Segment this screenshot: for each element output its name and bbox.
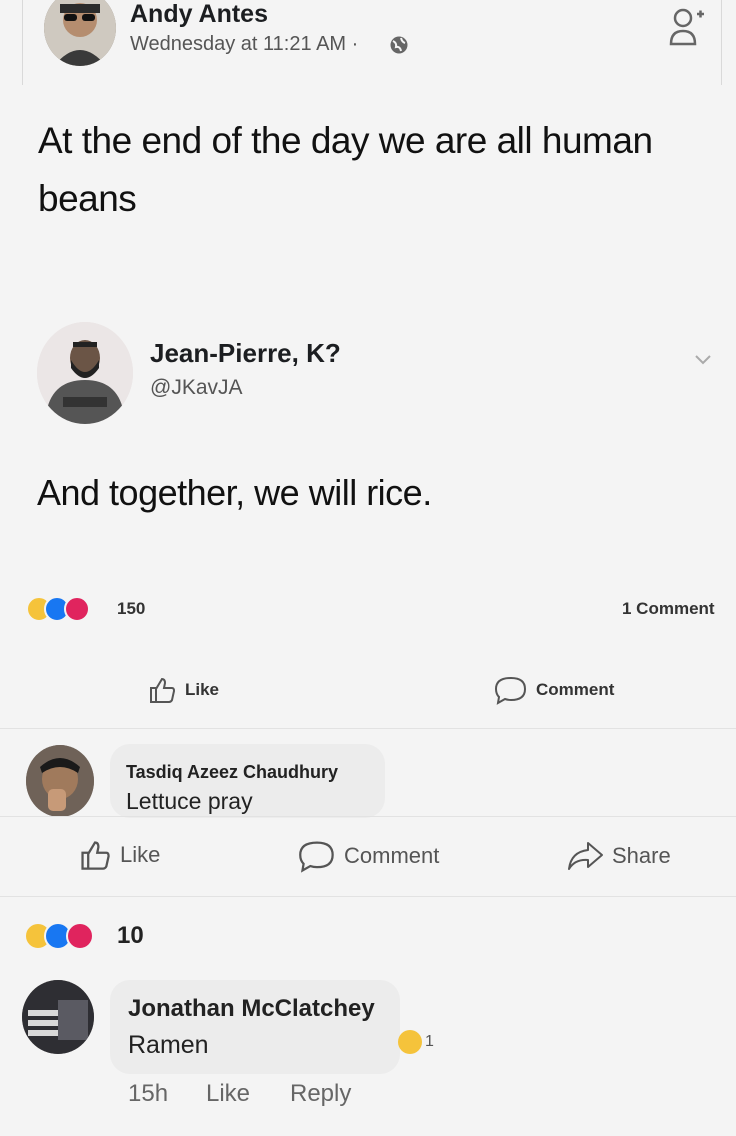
inner-comment-count[interactable]: 1 Comment — [622, 599, 715, 619]
author-avatar[interactable] — [44, 0, 116, 66]
comment-like-link[interactable]: Like — [206, 1080, 250, 1108]
post-frame-left — [22, 0, 23, 85]
tweet-author-name[interactable]: Jean-Pierre, K? — [150, 338, 341, 369]
divider — [0, 896, 736, 897]
reaction-count[interactable]: 10 — [117, 922, 144, 950]
comment-text: Ramen — [128, 1031, 209, 1059]
share-icon — [568, 842, 603, 870]
reaction-icons[interactable] — [24, 922, 116, 950]
share-label: Share — [612, 843, 671, 868]
inner-like-button[interactable]: Like — [147, 675, 219, 705]
chevron-down-icon[interactable] — [694, 353, 712, 372]
comment-text: Lettuce pray — [126, 788, 253, 814]
tweet-text: And together, we will rice. — [37, 472, 432, 513]
haha-reaction-icon — [398, 1030, 422, 1054]
love-reaction-icon — [66, 922, 94, 950]
comment-reaction-count: 1 — [425, 1033, 434, 1050]
like-icon — [81, 841, 110, 870]
tweet-author-handle[interactable]: @JKavJA — [150, 376, 243, 400]
inner-like-label: Like — [185, 680, 220, 699]
share-button[interactable]: Share — [566, 840, 671, 872]
comment-icon — [299, 841, 334, 873]
comment-label: Comment — [344, 843, 440, 868]
commenter-avatar[interactable] — [26, 745, 94, 817]
inner-reaction-icons[interactable] — [26, 596, 118, 622]
divider — [0, 728, 736, 729]
post-timestamp[interactable]: Wednesday at 11:21 AM · — [130, 33, 358, 56]
globe-icon — [389, 35, 409, 60]
inner-reaction-count[interactable]: 150 — [117, 599, 145, 619]
comment-button[interactable]: Comment — [298, 839, 439, 873]
comment-icon — [494, 676, 527, 705]
inner-comment-label: Comment — [536, 680, 615, 699]
post-frame-right — [721, 0, 722, 85]
comment-time[interactable]: 15h — [128, 1080, 168, 1108]
comment-author[interactable]: Jonathan McClatchey — [128, 995, 375, 1023]
comment-author[interactable]: Tasdiq Azeez Chaudhury — [126, 762, 338, 783]
comment-reaction-badge[interactable]: 1 — [398, 1030, 434, 1054]
tweet-author-avatar[interactable] — [37, 322, 133, 424]
inner-comment-button[interactable]: Comment — [494, 675, 614, 705]
comment-reply-link[interactable]: Reply — [290, 1080, 351, 1108]
add-friend-icon[interactable] — [668, 4, 704, 53]
like-button[interactable]: Like — [78, 838, 160, 872]
love-reaction-icon — [64, 596, 90, 622]
like-label: Like — [120, 842, 161, 867]
divider — [0, 816, 736, 817]
commenter-avatar[interactable] — [22, 980, 94, 1054]
post-text: At the end of the day we are all human b… — [38, 120, 653, 219]
author-name[interactable]: Andy Antes — [130, 0, 268, 29]
like-icon — [150, 677, 176, 703]
